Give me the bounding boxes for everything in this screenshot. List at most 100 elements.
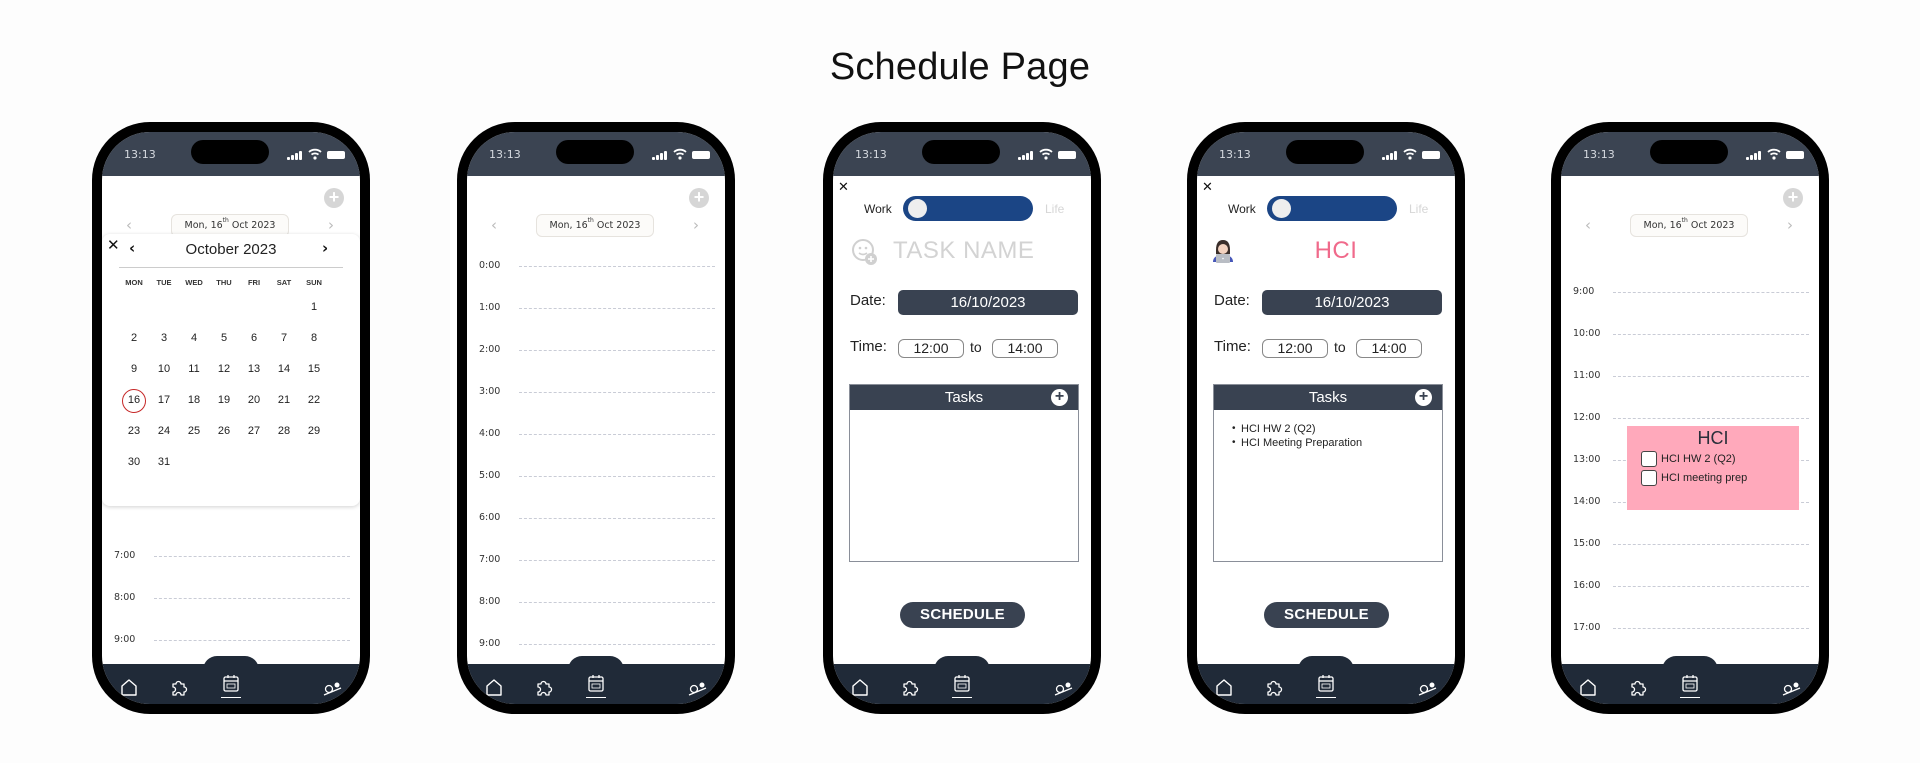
tab-puzzle[interactable] xyxy=(899,676,921,698)
calendar-day[interactable]: 22 xyxy=(299,389,329,420)
calendar-day[interactable]: 26 xyxy=(209,420,239,451)
tab-home[interactable] xyxy=(118,676,140,698)
hour-label: 17:00 xyxy=(1573,622,1601,633)
task-checkbox[interactable] xyxy=(1641,469,1657,486)
schedule-button[interactable]: SCHEDULE xyxy=(900,602,1025,628)
prev-day-button[interactable]: ‹ xyxy=(1585,216,1591,234)
tab-home[interactable] xyxy=(1577,676,1599,698)
next-day-button[interactable]: › xyxy=(328,216,334,234)
calendar-day[interactable]: 14 xyxy=(269,358,299,389)
calendar-day[interactable]: 25 xyxy=(179,420,209,451)
battery-icon xyxy=(1058,151,1076,159)
calendar-day[interactable]: 1 xyxy=(299,296,329,327)
tab-calendar[interactable] xyxy=(1315,672,1337,694)
calendar-day[interactable]: 13 xyxy=(239,358,269,389)
calendar-blank xyxy=(209,296,239,327)
calendar-day[interactable]: 23 xyxy=(119,420,149,451)
tab-puzzle[interactable] xyxy=(533,676,555,698)
prev-day-button[interactable]: ‹ xyxy=(491,216,497,234)
toggle-knob[interactable] xyxy=(908,199,927,218)
task-item[interactable]: HCI HW 2 (Q2) xyxy=(1232,422,1442,436)
hour-row: 15:00 xyxy=(1561,538,1819,552)
tab-home[interactable] xyxy=(1213,676,1235,698)
calendar-day[interactable]: 19 xyxy=(209,389,239,420)
calendar-day[interactable]: 4 xyxy=(179,327,209,358)
calendar-day[interactable]: 9 xyxy=(119,358,149,389)
next-month-button[interactable]: › xyxy=(322,239,328,257)
tab-calendar[interactable] xyxy=(220,672,242,694)
hour-label: 1:00 xyxy=(479,302,501,313)
tab-bar xyxy=(833,664,1091,704)
tab-calendar[interactable] xyxy=(585,672,607,694)
end-time-field[interactable]: 14:00 xyxy=(992,339,1058,358)
tab-puzzle[interactable] xyxy=(168,676,190,698)
calendar-day[interactable]: 21 xyxy=(269,389,299,420)
calendar-day[interactable]: 28 xyxy=(269,420,299,451)
tab-calendar[interactable] xyxy=(1679,672,1701,694)
date-field[interactable]: 16/10/2023 xyxy=(898,290,1078,315)
add-event-button[interactable]: + xyxy=(689,188,709,208)
tab-profile[interactable] xyxy=(1416,676,1438,698)
hour-divider xyxy=(519,644,715,645)
close-form-button[interactable]: ✕ xyxy=(838,180,849,195)
work-life-toggle[interactable] xyxy=(1267,196,1397,221)
calendar-day[interactable]: 6 xyxy=(239,327,269,358)
close-form-button[interactable]: ✕ xyxy=(1202,180,1213,195)
end-time-field[interactable]: 14:00 xyxy=(1356,339,1422,358)
toggle-knob[interactable] xyxy=(1272,199,1291,218)
calendar-day[interactable]: 11 xyxy=(179,358,209,389)
start-time-field[interactable]: 12:00 xyxy=(898,339,964,358)
calendar-day[interactable]: 31 xyxy=(149,451,179,482)
task-checkbox[interactable] xyxy=(1641,450,1657,467)
calendar-day[interactable]: 7 xyxy=(269,327,299,358)
tab-profile[interactable] xyxy=(1052,676,1074,698)
calendar-day[interactable]: 12 xyxy=(209,358,239,389)
calendar-day[interactable]: 20 xyxy=(239,389,269,420)
calendar-day-selected[interactable]: 16 xyxy=(119,389,149,420)
event-block[interactable]: HCI HCI HW 2 (Q2) HCI meeting prep xyxy=(1627,426,1799,510)
tab-profile[interactable] xyxy=(321,676,343,698)
hour-label: 7:00 xyxy=(114,550,136,561)
user-icon xyxy=(1054,682,1073,696)
phone-day-schedule-with-event: 13:13 ‹ Mon, 16th Oct 2023 › + 9:00 10:00… xyxy=(1551,122,1829,714)
calendar-day[interactable]: 30 xyxy=(119,451,149,482)
work-life-toggle[interactable] xyxy=(903,196,1033,221)
calendar-day[interactable]: 17 xyxy=(149,389,179,420)
tab-profile[interactable] xyxy=(1780,676,1802,698)
hour-divider xyxy=(1613,628,1809,629)
date-selector[interactable]: Mon, 16th Oct 2023 xyxy=(536,214,654,237)
calendar-day[interactable]: 29 xyxy=(299,420,329,451)
tab-calendar[interactable] xyxy=(951,672,973,694)
calendar-day[interactable]: 24 xyxy=(149,420,179,451)
calendar-day[interactable]: 5 xyxy=(209,327,239,358)
task-name-input[interactable]: HCI xyxy=(1197,237,1455,265)
start-time-field[interactable]: 12:00 xyxy=(1262,339,1328,358)
add-emoji-icon[interactable] xyxy=(850,237,880,267)
date-selector[interactable]: Mon, 16th Oct 2023 xyxy=(1630,214,1748,237)
tab-home[interactable] xyxy=(849,676,871,698)
tab-profile[interactable] xyxy=(686,676,708,698)
calendar-day[interactable]: 10 xyxy=(149,358,179,389)
next-day-button[interactable]: › xyxy=(1787,216,1793,234)
status-time: 13:13 xyxy=(1219,148,1251,161)
date-field[interactable]: 16/10/2023 xyxy=(1262,290,1442,315)
schedule-button[interactable]: SCHEDULE xyxy=(1264,602,1389,628)
calendar-day[interactable]: 27 xyxy=(239,420,269,451)
calendar-day[interactable]: 8 xyxy=(299,327,329,358)
calendar-day[interactable]: 15 xyxy=(299,358,329,389)
calendar-day[interactable]: 2 xyxy=(119,327,149,358)
tab-home[interactable] xyxy=(483,676,505,698)
add-event-button[interactable]: + xyxy=(1783,188,1803,208)
tab-puzzle[interactable] xyxy=(1627,676,1649,698)
task-item[interactable]: HCI Meeting Preparation xyxy=(1232,436,1442,450)
calendar-day[interactable]: 18 xyxy=(179,389,209,420)
calendar-day[interactable]: 3 xyxy=(149,327,179,358)
tab-puzzle[interactable] xyxy=(1263,676,1285,698)
prev-day-button[interactable]: ‹ xyxy=(126,216,132,234)
add-event-button[interactable]: + xyxy=(324,188,344,208)
calendar-day-number: 25 xyxy=(187,425,201,437)
next-day-button[interactable]: › xyxy=(693,216,699,234)
add-task-button[interactable]: + xyxy=(1415,389,1432,406)
add-task-button[interactable]: + xyxy=(1051,389,1068,406)
task-name-input[interactable]: TASK NAME xyxy=(893,237,1034,265)
